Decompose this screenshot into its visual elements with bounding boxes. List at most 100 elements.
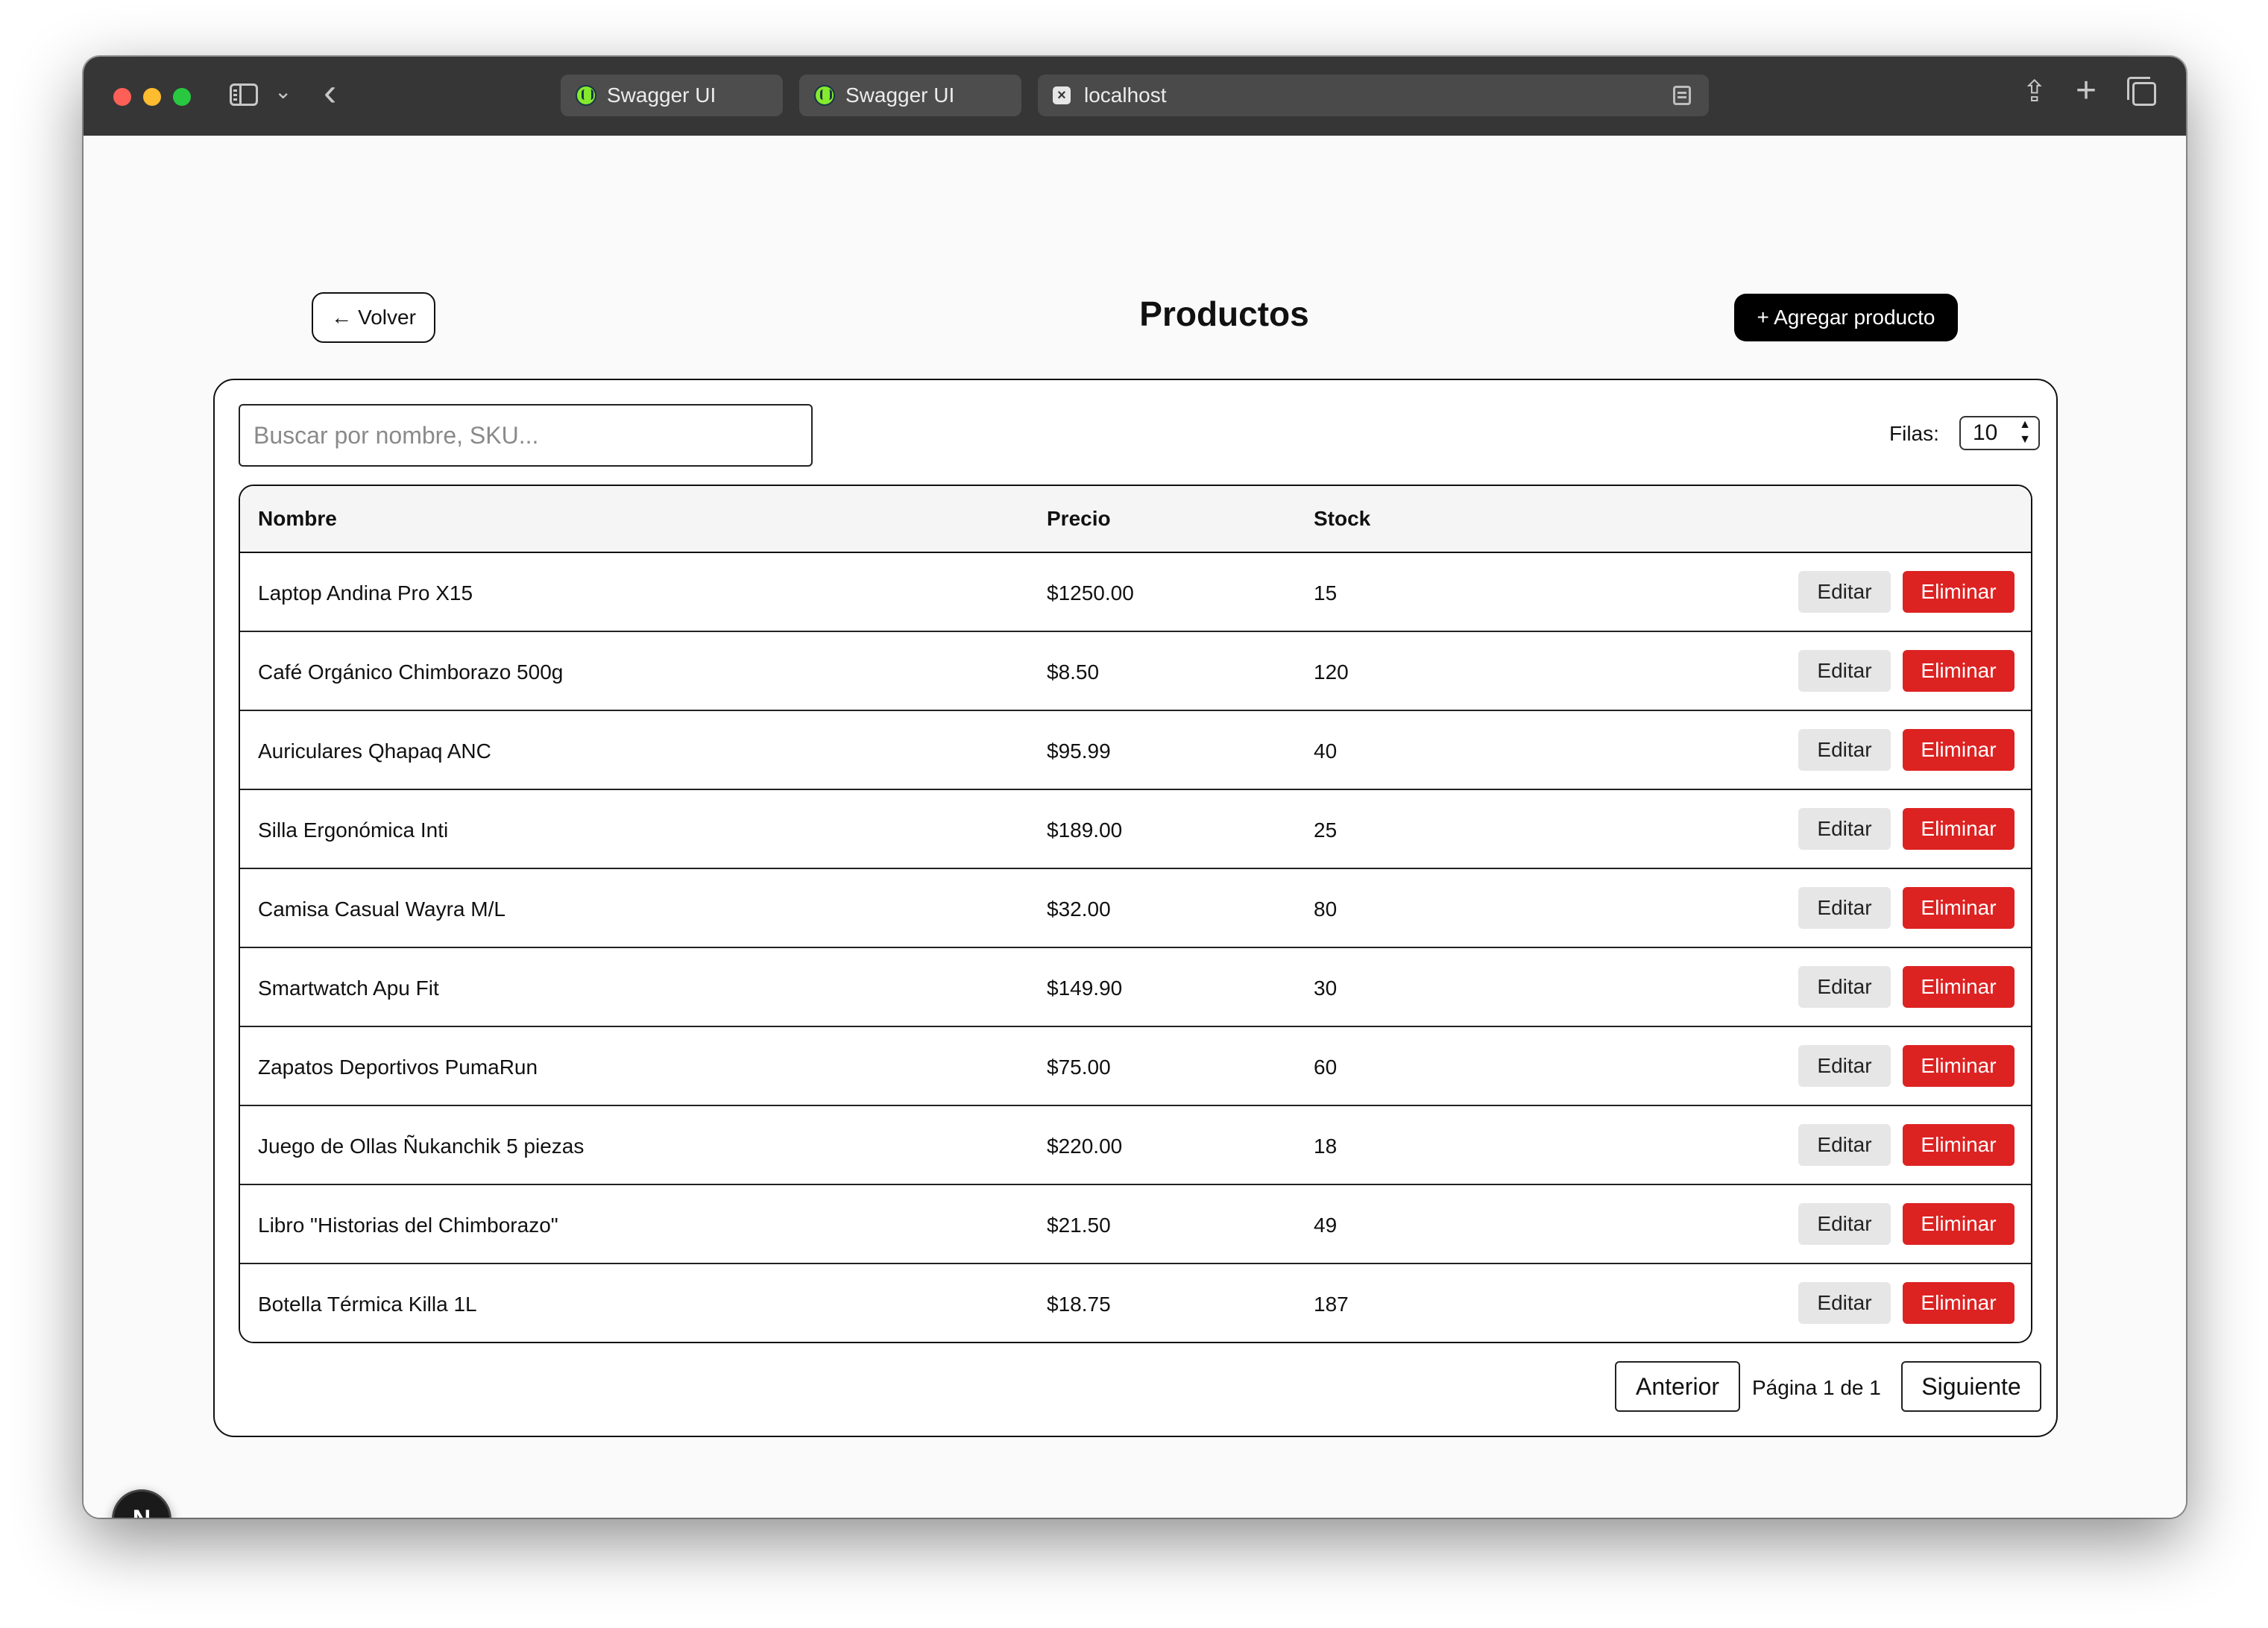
column-header-stock[interactable]: Stock xyxy=(1314,507,1370,531)
rows-per-page-select[interactable]: 10 ▲ ▼ xyxy=(1959,416,2040,450)
product-name-cell: Botella Térmica Killa 1L xyxy=(258,1293,477,1316)
rows-label: Filas: xyxy=(1889,422,1939,445)
product-stock-cell: 49 xyxy=(1314,1214,1338,1237)
product-price-cell: $220.00 xyxy=(1047,1135,1123,1158)
delete-button[interactable]: Eliminar xyxy=(1903,808,2015,850)
product-price-cell: $149.90 xyxy=(1047,977,1123,1000)
product-stock-cell: 30 xyxy=(1314,977,1338,1000)
reader-mode-icon[interactable] xyxy=(1673,86,1691,105)
product-price-cell: $1250.00 xyxy=(1047,581,1134,605)
table-row: Silla Ergonómica Inti $189.00 25 Editar Elim… xyxy=(240,790,2031,869)
add-product-button[interactable]: + Agregar producto xyxy=(1734,294,1958,341)
column-header-name[interactable]: Nombre xyxy=(258,507,337,531)
product-stock-cell: 18 xyxy=(1314,1135,1338,1158)
browser-tab-swagger-2[interactable]: Swagger UI xyxy=(799,75,1021,116)
edit-button[interactable]: Editar xyxy=(1798,808,1891,850)
product-stock-cell: 120 xyxy=(1314,660,1349,684)
browser-tab-swagger-1[interactable]: Swagger UI xyxy=(561,75,783,116)
table-row: Camisa Casual Wayra M/L $32.00 80 Editar Eli… xyxy=(240,869,2031,948)
table-header: Nombre Precio Stock xyxy=(240,486,2031,553)
product-name-cell: Zapatos Deportivos PumaRun xyxy=(258,1056,538,1079)
product-price-cell: $8.50 xyxy=(1047,660,1100,684)
table-row: Botella Térmica Killa 1L $18.75 187 Editar E… xyxy=(240,1264,2031,1342)
product-stock-cell: 80 xyxy=(1314,897,1338,921)
tab-label: Swagger UI xyxy=(845,83,955,107)
updown-chevron-icon: ▲ ▼ xyxy=(2019,418,2031,446)
product-price-cell: $75.00 xyxy=(1047,1056,1111,1079)
back-button[interactable]: ← Volver xyxy=(312,292,435,343)
delete-button[interactable]: Eliminar xyxy=(1903,729,2015,771)
edit-button[interactable]: Editar xyxy=(1798,887,1891,929)
delete-button[interactable]: Eliminar xyxy=(1903,1203,2015,1245)
edit-button[interactable]: Editar xyxy=(1798,1203,1891,1245)
product-stock-cell: 60 xyxy=(1314,1056,1338,1079)
sidebar-icon[interactable] xyxy=(230,83,258,106)
delete-button[interactable]: Eliminar xyxy=(1903,571,2015,613)
page-info: Página 1 de 1 xyxy=(1752,1376,1881,1399)
product-price-cell: $32.00 xyxy=(1047,897,1111,921)
delete-button[interactable]: Eliminar xyxy=(1903,650,2015,692)
minimize-window-button[interactable] xyxy=(143,88,161,106)
page-title: Productos xyxy=(1139,294,1309,333)
product-price-cell: $189.00 xyxy=(1047,818,1123,842)
product-stock-cell: 40 xyxy=(1314,739,1338,763)
close-favicon-icon: × xyxy=(1053,86,1071,104)
table-body: Laptop Andina Pro X15 $1250.00 15 Editar Eli… xyxy=(240,553,2031,1342)
product-name-cell: Smartwatch Apu Fit xyxy=(258,977,439,1000)
tab-label: localhost xyxy=(1084,83,1167,107)
edit-button[interactable]: Editar xyxy=(1798,1045,1891,1087)
product-stock-cell: 187 xyxy=(1314,1293,1349,1316)
browser-window: ⌄ ‹ Swagger UI Swagger UI × localhost ⇪ … xyxy=(84,57,2186,1518)
back-chevron-icon[interactable]: ‹ xyxy=(324,73,336,112)
edit-button[interactable]: Editar xyxy=(1798,650,1891,692)
page-content: ← Volver Productos + Agregar producto Fi… xyxy=(84,136,2186,1518)
delete-button[interactable]: Eliminar xyxy=(1903,1045,2015,1087)
table-row: Zapatos Deportivos PumaRun $75.00 60 Editar… xyxy=(240,1027,2031,1106)
table-row: Smartwatch Apu Fit $149.90 30 Editar Elimina… xyxy=(240,948,2031,1027)
product-name-cell: Silla Ergonómica Inti xyxy=(258,818,449,842)
table-row: Juego de Ollas Ñukanchik 5 piezas $220.00… xyxy=(240,1106,2031,1185)
search-input[interactable] xyxy=(239,404,813,467)
previous-page-button[interactable]: Anterior xyxy=(1615,1361,1740,1412)
close-window-button[interactable] xyxy=(113,88,131,106)
share-icon[interactable]: ⇪ xyxy=(2022,75,2047,109)
browser-tab-localhost[interactable]: × localhost xyxy=(1038,75,1709,116)
table-row: Auriculares Qhapaq ANC $95.99 40 Editar Elim… xyxy=(240,711,2031,790)
new-tab-icon[interactable]: + xyxy=(2076,70,2097,111)
arrow-left-icon: ← xyxy=(331,306,353,329)
product-price-cell: $18.75 xyxy=(1047,1293,1111,1316)
product-stock-cell: 15 xyxy=(1314,581,1338,605)
product-name-cell: Camisa Casual Wayra M/L xyxy=(258,897,505,921)
products-card: Filas: 10 ▲▼ Nombre Precio Stock Laptop … xyxy=(213,379,2058,1437)
tab-label: Swagger UI xyxy=(607,83,716,107)
delete-button[interactable]: Eliminar xyxy=(1903,966,2015,1008)
product-name-cell: Laptop Andina Pro X15 xyxy=(258,581,473,605)
edit-button[interactable]: Editar xyxy=(1798,571,1891,613)
delete-button[interactable]: Eliminar xyxy=(1903,887,2015,929)
product-name-cell: Juego de Ollas Ñukanchik 5 piezas xyxy=(258,1135,585,1158)
edit-button[interactable]: Editar xyxy=(1798,966,1891,1008)
table-row: Libro "Historias del Chimborazo" $21.50 49… xyxy=(240,1185,2031,1264)
edit-button[interactable]: Editar xyxy=(1798,1124,1891,1166)
swagger-favicon-icon xyxy=(576,85,596,106)
product-stock-cell: 25 xyxy=(1314,818,1338,842)
zoom-window-button[interactable] xyxy=(173,88,191,106)
delete-button[interactable]: Eliminar xyxy=(1903,1124,2015,1166)
tab-overview-icon[interactable] xyxy=(2127,77,2156,106)
next-page-button[interactable]: Siguiente xyxy=(1901,1361,2041,1412)
edit-button[interactable]: Editar xyxy=(1798,729,1891,771)
chevron-down-icon[interactable]: ⌄ xyxy=(274,79,292,104)
product-name-cell: Libro "Historias del Chimborazo" xyxy=(258,1214,558,1237)
rows-select-value: 10 xyxy=(1973,420,1998,445)
products-table: Nombre Precio Stock Laptop Andina Pro X1… xyxy=(239,485,2032,1343)
product-name-cell: Auriculares Qhapaq ANC xyxy=(258,739,491,763)
product-price-cell: $21.50 xyxy=(1047,1214,1111,1237)
column-header-price[interactable]: Precio xyxy=(1047,507,1111,531)
product-name-cell: Café Orgánico Chimborazo 500g xyxy=(258,660,564,684)
nextjs-dev-badge[interactable]: N xyxy=(112,1489,171,1518)
product-price-cell: $95.99 xyxy=(1047,739,1111,763)
table-row: Laptop Andina Pro X15 $1250.00 15 Editar Eli… xyxy=(240,553,2031,632)
delete-button[interactable]: Eliminar xyxy=(1903,1282,2015,1324)
edit-button[interactable]: Editar xyxy=(1798,1282,1891,1324)
table-row: Café Orgánico Chimborazo 500g $8.50 120 Edi… xyxy=(240,632,2031,711)
